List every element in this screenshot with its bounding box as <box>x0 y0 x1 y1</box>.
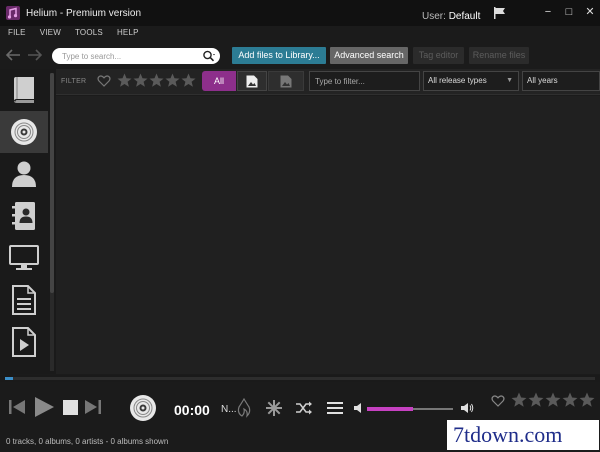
book-icon <box>14 77 34 103</box>
flame-icon[interactable] <box>236 398 252 418</box>
elapsed-time: 00:00 <box>174 402 210 418</box>
helium-app-icon <box>6 6 20 20</box>
volume-high-icon[interactable] <box>461 402 474 414</box>
flag-icon[interactable] <box>493 7 507 19</box>
player-heart-icon[interactable] <box>491 394 505 408</box>
sidebar-item-albums[interactable] <box>0 111 48 153</box>
menu-tools[interactable]: TOOLS <box>75 28 103 42</box>
chevron-down-icon: ▼ <box>506 77 513 84</box>
play-file-icon <box>12 327 36 357</box>
title-bar: Helium - Premium version <box>0 0 600 26</box>
watermark-text: 7tdown.com <box>453 422 563 447</box>
user-label: User: <box>422 11 446 22</box>
star-icon[interactable] <box>165 73 180 88</box>
close-button[interactable]: ✕ <box>580 5 600 19</box>
search-icon[interactable] <box>202 50 216 62</box>
menu-help[interactable]: HELP <box>117 28 139 42</box>
filter-without-cover-button[interactable] <box>268 71 304 91</box>
star-icon[interactable] <box>181 73 196 88</box>
menu-bar: FILE VIEW TOOLS HELP <box>0 28 145 42</box>
image-file-icon <box>246 75 258 88</box>
play-icon[interactable] <box>33 396 55 418</box>
seek-bar[interactable] <box>0 375 600 382</box>
star-icon[interactable] <box>117 73 132 88</box>
sidebar <box>0 69 56 374</box>
disc-icon <box>11 119 37 145</box>
user-name: Default <box>448 11 481 22</box>
library-content-area[interactable] <box>56 96 600 374</box>
star-icon[interactable] <box>133 73 148 88</box>
menu-view[interactable]: VIEW <box>40 28 61 42</box>
star-icon[interactable] <box>149 73 164 88</box>
sidebar-item-artists[interactable] <box>0 153 48 195</box>
stop-icon[interactable] <box>63 400 78 415</box>
sidebar-item-contacts[interactable] <box>0 195 48 237</box>
add-files-button[interactable]: Add files to Library... <box>232 47 326 64</box>
person-icon <box>12 161 36 187</box>
library-stats: 0 tracks, 0 albums, 0 artists - 0 albums… <box>6 437 169 446</box>
filter-bar: FILTER All All release types ▼ All years <box>56 69 600 95</box>
heart-icon[interactable] <box>97 74 111 88</box>
release-type-dropdown[interactable]: All release types ▼ <box>423 71 519 91</box>
volume-low-icon[interactable] <box>354 403 363 413</box>
release-type-value: All release types <box>428 76 487 85</box>
maximize-button[interactable]: □ <box>559 5 579 19</box>
year-value: All years <box>527 76 558 85</box>
filter-rating-stars[interactable] <box>117 73 197 88</box>
star-icon[interactable] <box>545 392 561 408</box>
album-art-disc-icon[interactable] <box>128 393 158 423</box>
playlist-menu-icon[interactable] <box>327 401 343 415</box>
search-box <box>52 48 220 64</box>
monitor-icon <box>9 245 39 270</box>
image-file-icon <box>280 75 292 88</box>
sidebar-item-documents[interactable] <box>0 279 48 321</box>
seek-track[interactable] <box>5 377 595 380</box>
tag-editor-button[interactable]: Tag editor <box>413 47 464 64</box>
address-book-icon <box>12 202 35 230</box>
star-icon[interactable] <box>511 392 527 408</box>
shuffle-icon[interactable] <box>295 400 313 416</box>
sidebar-item-library[interactable] <box>0 69 48 111</box>
search-input[interactable] <box>52 48 202 64</box>
next-icon[interactable] <box>84 399 102 415</box>
star-icon[interactable] <box>562 392 578 408</box>
document-icon <box>12 285 36 315</box>
sidebar-item-monitor[interactable] <box>0 237 48 279</box>
menu-file[interactable]: FILE <box>8 28 26 42</box>
back-arrow-icon[interactable] <box>4 47 22 63</box>
previous-icon[interactable] <box>8 399 26 415</box>
player-rating-stars[interactable] <box>511 392 596 408</box>
star-icon[interactable] <box>579 392 595 408</box>
now-playing-text: N... <box>221 404 237 415</box>
sidebar-item-video[interactable] <box>0 321 48 363</box>
filter-label: FILTER <box>61 78 87 85</box>
seek-fill <box>5 377 13 380</box>
watermark: 7tdown.com <box>447 420 599 450</box>
asterisk-icon[interactable] <box>266 400 282 416</box>
toolbar: Add files to Library... Advanced search … <box>0 44 600 68</box>
minimize-button[interactable]: − <box>538 5 558 19</box>
rename-files-button[interactable]: Rename files <box>469 47 529 64</box>
user-indicator[interactable]: User: Default <box>422 11 480 22</box>
star-icon[interactable] <box>528 392 544 408</box>
sidebar-scroll-thumb[interactable] <box>50 73 54 293</box>
filter-with-cover-button[interactable] <box>237 71 267 91</box>
advanced-search-button[interactable]: Advanced search <box>330 47 408 64</box>
volume-fill[interactable] <box>367 407 413 411</box>
filter-all-button[interactable]: All <box>202 71 236 91</box>
forward-arrow-icon[interactable] <box>26 47 44 63</box>
window-title: Helium - Premium version <box>26 7 142 19</box>
year-dropdown[interactable]: All years <box>522 71 600 91</box>
filter-text-input[interactable] <box>309 71 420 91</box>
